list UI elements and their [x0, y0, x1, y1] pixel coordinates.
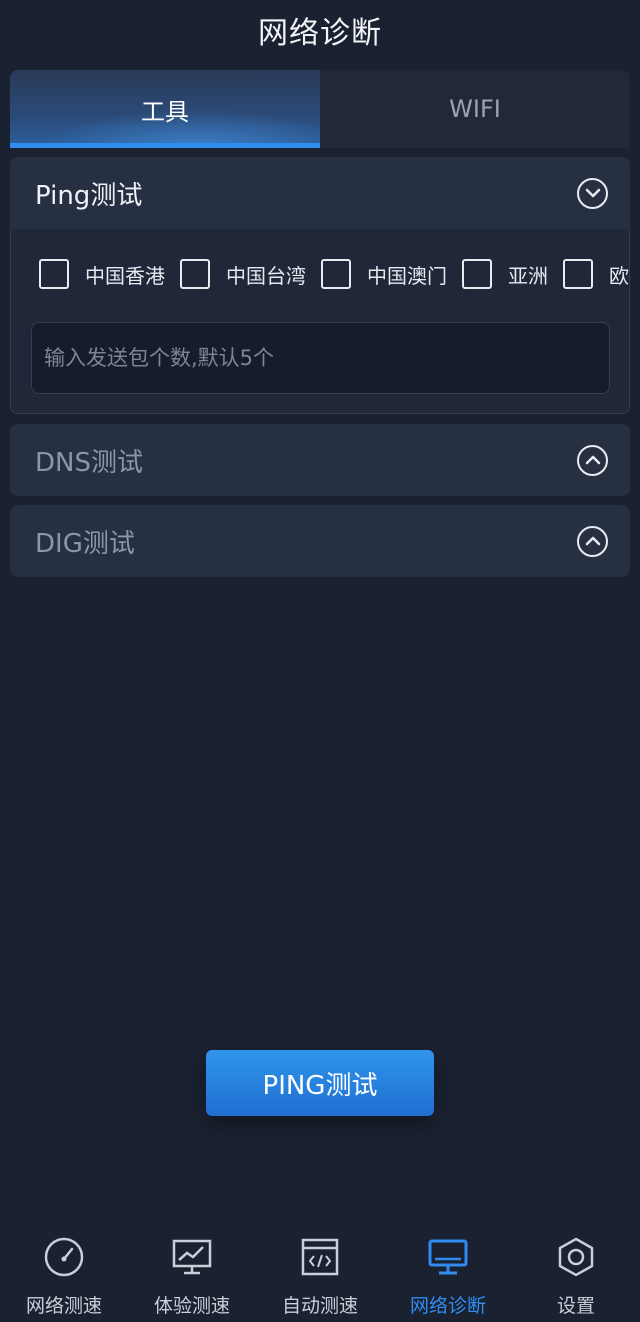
region-label: 中国台湾 [226, 263, 306, 288]
monitor-chart-icon [171, 1235, 213, 1279]
checkbox[interactable] [321, 259, 351, 289]
ping-panel-body: 中国香港 中国台湾 中国澳门 亚洲 欧洲 [10, 229, 630, 414]
ping-panel-title: Ping测试 [35, 180, 143, 211]
nav-label: 网络测速 [25, 1295, 102, 1317]
nav-label: 自动测速 [281, 1295, 358, 1317]
dig-panel-title: DIG测试 [35, 528, 135, 559]
checkbox[interactable] [180, 259, 210, 289]
region-label: 欧洲 [609, 263, 629, 288]
tab-bar: 工具 WIFI [10, 70, 630, 148]
ping-panel: Ping测试 中国香港 中国台湾 中国澳门 亚洲 欧 输入发送包个数,默认5个 [10, 157, 630, 414]
nav-item-auto-test[interactable]: 自动测速 [256, 1225, 384, 1322]
dns-panel-title: DNS测试 [35, 447, 143, 478]
packet-count-input[interactable] [31, 322, 610, 394]
nav-label: 设置 [556, 1295, 595, 1317]
region-label: 中国澳门 [367, 263, 447, 288]
nav-item-speed-test[interactable]: 网络测速 [0, 1225, 128, 1322]
region-option-asia[interactable]: 亚洲 [462, 259, 548, 289]
chevron-up-circle-icon[interactable] [577, 444, 608, 476]
region-option-hongkong[interactable]: 中国香港 [39, 259, 165, 289]
top-bar: 网络诊断 [0, 0, 640, 60]
region-label: 亚洲 [508, 263, 548, 288]
bottom-nav: 网络测速 体验测速 自动测速 网络诊断 设置 [0, 1225, 640, 1322]
region-option-taiwan[interactable]: 中国台湾 [180, 259, 306, 289]
nav-item-network-diagnosis[interactable]: 网络诊断 [384, 1225, 512, 1322]
dns-panel: DNS测试 [10, 424, 630, 496]
checkbox[interactable] [563, 259, 593, 289]
ping-panel-header[interactable]: Ping测试 [10, 157, 630, 229]
chevron-down-circle-icon[interactable] [577, 177, 608, 209]
speedometer-icon [43, 1235, 85, 1279]
tab-wifi[interactable]: WIFI [320, 70, 630, 148]
checkbox[interactable] [39, 259, 69, 289]
tab-tools[interactable]: 工具 [10, 70, 320, 148]
region-option-macau[interactable]: 中国澳门 [321, 259, 447, 289]
desktop-icon [427, 1235, 469, 1279]
nav-label: 体验测速 [153, 1295, 230, 1317]
region-label: 中国香港 [85, 263, 165, 288]
region-list: 中国香港 中国台湾 中国澳门 亚洲 欧洲 [39, 259, 629, 289]
dig-panel: DIG测试 [10, 505, 630, 577]
screen: 网络诊断 工具 WIFI Ping测试 中国香港 中国台湾 中国澳门 亚洲 欧 … [0, 0, 640, 1322]
nav-item-experience-test[interactable]: 体验测速 [128, 1225, 256, 1322]
chevron-up-circle-icon[interactable] [577, 525, 608, 557]
checkbox[interactable] [462, 259, 492, 289]
dig-panel-header[interactable]: DIG测试 [10, 505, 630, 577]
code-window-icon [299, 1235, 341, 1279]
region-option-europe[interactable]: 欧洲 [563, 259, 629, 289]
nav-label: 网络诊断 [409, 1295, 486, 1317]
ping-test-button[interactable]: PING测试 [206, 1050, 434, 1116]
hexagon-settings-icon [555, 1235, 597, 1279]
page-title: 网络诊断 [258, 16, 382, 51]
nav-item-settings[interactable]: 设置 [512, 1225, 640, 1322]
dns-panel-header[interactable]: DNS测试 [10, 424, 630, 496]
